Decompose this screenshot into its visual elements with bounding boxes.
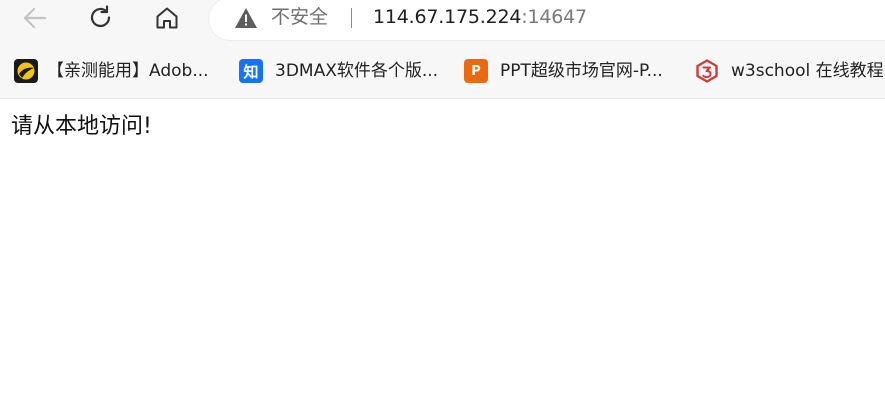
back-button[interactable] bbox=[19, 2, 51, 34]
reload-icon bbox=[90, 5, 111, 27]
bookmark-label: w3school 在线教程 bbox=[731, 61, 884, 81]
back-arrow-icon bbox=[23, 7, 47, 29]
adobe-bookmark-icon bbox=[14, 59, 38, 83]
warning-icon[interactable] bbox=[234, 6, 258, 30]
url-host: 114.67.175.224 bbox=[373, 6, 522, 28]
zhihu-icon: 知 bbox=[239, 59, 263, 83]
bookmark-label: PPT超级市场官网-P... bbox=[500, 61, 663, 81]
bookmark-w3school[interactable]: w3school 在线教程 bbox=[695, 54, 884, 88]
address-bar[interactable]: 不安全 114.67.175.224:14647 bbox=[209, 0, 885, 40]
page-content: 请从本地访问! bbox=[0, 99, 885, 403]
url-text[interactable]: 114.67.175.224:14647 bbox=[373, 4, 587, 30]
w3school-icon bbox=[695, 59, 719, 83]
reload-button[interactable] bbox=[85, 2, 117, 34]
url-port: :14647 bbox=[521, 6, 587, 28]
home-button[interactable] bbox=[151, 2, 183, 34]
page-message: 请从本地访问! bbox=[11, 114, 152, 139]
bookmark-adobe[interactable]: 【亲测能用】Adob... bbox=[14, 54, 209, 88]
bookmark-label: 3DMAX软件各个版... bbox=[275, 61, 439, 81]
bookmark-3dmax[interactable]: 知 3DMAX软件各个版... bbox=[239, 54, 438, 88]
ppt-market-icon: P bbox=[464, 59, 488, 83]
home-icon bbox=[156, 7, 178, 29]
address-separator bbox=[351, 8, 352, 28]
browser-toolbar: 不安全 114.67.175.224:14647 bbox=[0, 0, 885, 40]
bookmarks-bar: 【亲测能用】Adob... 知 3DMAX软件各个版... P PPT超级市场官… bbox=[0, 54, 885, 88]
browser-chrome: 不安全 114.67.175.224:14647 【亲测能用】Adob... 知… bbox=[0, 0, 885, 99]
bookmark-ppt-market[interactable]: P PPT超级市场官网-P... bbox=[464, 54, 663, 88]
security-status-label[interactable]: 不安全 bbox=[271, 4, 328, 30]
bookmark-label: 【亲测能用】Adob... bbox=[47, 61, 209, 81]
